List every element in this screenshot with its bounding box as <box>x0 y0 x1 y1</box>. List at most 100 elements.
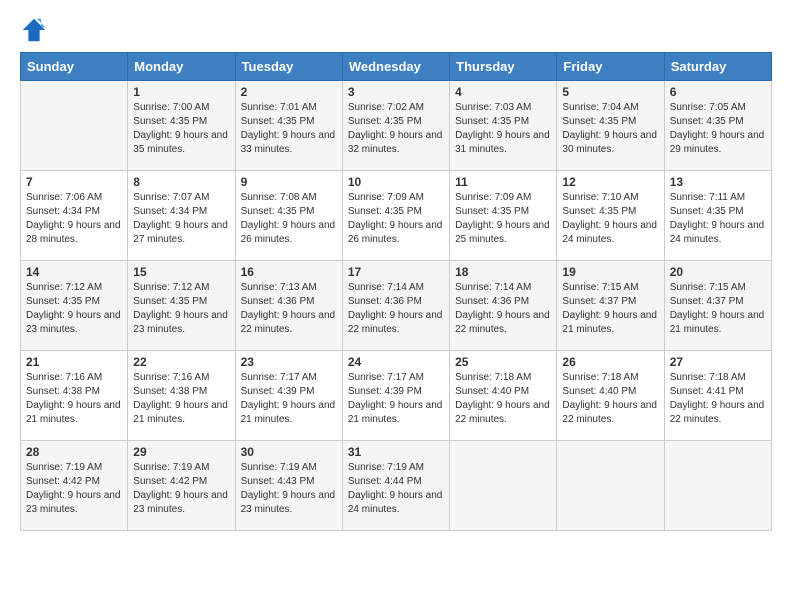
day-info: Sunrise: 7:08 AMSunset: 4:35 PMDaylight:… <box>241 191 337 247</box>
day-info: Sunrise: 7:03 AMSunset: 4:35 PMDaylight:… <box>455 101 551 157</box>
day-info: Sunrise: 7:15 AMSunset: 4:37 PMDaylight:… <box>670 281 766 337</box>
calendar-cell: 8 Sunrise: 7:07 AMSunset: 4:34 PMDayligh… <box>128 171 235 261</box>
day-info: Sunrise: 7:12 AMSunset: 4:35 PMDaylight:… <box>26 281 122 337</box>
logo <box>20 16 52 44</box>
calendar-header-row: SundayMondayTuesdayWednesdayThursdayFrid… <box>21 53 772 81</box>
calendar-cell: 24 Sunrise: 7:17 AMSunset: 4:39 PMDaylig… <box>342 351 449 441</box>
day-number: 6 <box>670 85 766 99</box>
calendar-cell: 2 Sunrise: 7:01 AMSunset: 4:35 PMDayligh… <box>235 81 342 171</box>
day-info: Sunrise: 7:15 AMSunset: 4:37 PMDaylight:… <box>562 281 658 337</box>
day-info: Sunrise: 7:13 AMSunset: 4:36 PMDaylight:… <box>241 281 337 337</box>
calendar-cell: 3 Sunrise: 7:02 AMSunset: 4:35 PMDayligh… <box>342 81 449 171</box>
day-number: 1 <box>133 85 229 99</box>
day-info: Sunrise: 7:17 AMSunset: 4:39 PMDaylight:… <box>348 371 444 427</box>
calendar-cell: 10 Sunrise: 7:09 AMSunset: 4:35 PMDaylig… <box>342 171 449 261</box>
day-info: Sunrise: 7:07 AMSunset: 4:34 PMDaylight:… <box>133 191 229 247</box>
day-info: Sunrise: 7:14 AMSunset: 4:36 PMDaylight:… <box>348 281 444 337</box>
day-number: 3 <box>348 85 444 99</box>
day-info: Sunrise: 7:19 AMSunset: 4:44 PMDaylight:… <box>348 461 444 517</box>
day-number: 16 <box>241 265 337 279</box>
day-number: 5 <box>562 85 658 99</box>
calendar-cell: 14 Sunrise: 7:12 AMSunset: 4:35 PMDaylig… <box>21 261 128 351</box>
day-info: Sunrise: 7:12 AMSunset: 4:35 PMDaylight:… <box>133 281 229 337</box>
calendar-cell: 21 Sunrise: 7:16 AMSunset: 4:38 PMDaylig… <box>21 351 128 441</box>
day-info: Sunrise: 7:09 AMSunset: 4:35 PMDaylight:… <box>348 191 444 247</box>
logo-icon <box>20 16 48 44</box>
day-number: 22 <box>133 355 229 369</box>
day-number: 4 <box>455 85 551 99</box>
day-number: 23 <box>241 355 337 369</box>
day-number: 30 <box>241 445 337 459</box>
day-number: 25 <box>455 355 551 369</box>
calendar-cell <box>664 441 771 531</box>
day-info: Sunrise: 7:10 AMSunset: 4:35 PMDaylight:… <box>562 191 658 247</box>
calendar-cell: 30 Sunrise: 7:19 AMSunset: 4:43 PMDaylig… <box>235 441 342 531</box>
calendar-cell: 7 Sunrise: 7:06 AMSunset: 4:34 PMDayligh… <box>21 171 128 261</box>
calendar-cell: 18 Sunrise: 7:14 AMSunset: 4:36 PMDaylig… <box>450 261 557 351</box>
day-number: 17 <box>348 265 444 279</box>
calendar-cell: 29 Sunrise: 7:19 AMSunset: 4:42 PMDaylig… <box>128 441 235 531</box>
day-number: 21 <box>26 355 122 369</box>
calendar-cell: 26 Sunrise: 7:18 AMSunset: 4:40 PMDaylig… <box>557 351 664 441</box>
day-number: 18 <box>455 265 551 279</box>
day-number: 13 <box>670 175 766 189</box>
day-number: 15 <box>133 265 229 279</box>
day-info: Sunrise: 7:14 AMSunset: 4:36 PMDaylight:… <box>455 281 551 337</box>
calendar-cell: 28 Sunrise: 7:19 AMSunset: 4:42 PMDaylig… <box>21 441 128 531</box>
calendar-cell: 25 Sunrise: 7:18 AMSunset: 4:40 PMDaylig… <box>450 351 557 441</box>
day-number: 31 <box>348 445 444 459</box>
calendar-cell: 1 Sunrise: 7:00 AMSunset: 4:35 PMDayligh… <box>128 81 235 171</box>
day-info: Sunrise: 7:19 AMSunset: 4:43 PMDaylight:… <box>241 461 337 517</box>
calendar-cell <box>557 441 664 531</box>
calendar-cell: 12 Sunrise: 7:10 AMSunset: 4:35 PMDaylig… <box>557 171 664 261</box>
calendar-week-row: 7 Sunrise: 7:06 AMSunset: 4:34 PMDayligh… <box>21 171 772 261</box>
calendar-week-row: 21 Sunrise: 7:16 AMSunset: 4:38 PMDaylig… <box>21 351 772 441</box>
day-info: Sunrise: 7:19 AMSunset: 4:42 PMDaylight:… <box>133 461 229 517</box>
day-info: Sunrise: 7:18 AMSunset: 4:40 PMDaylight:… <box>562 371 658 427</box>
day-info: Sunrise: 7:02 AMSunset: 4:35 PMDaylight:… <box>348 101 444 157</box>
day-number: 20 <box>670 265 766 279</box>
day-number: 28 <box>26 445 122 459</box>
day-info: Sunrise: 7:01 AMSunset: 4:35 PMDaylight:… <box>241 101 337 157</box>
column-header-thursday: Thursday <box>450 53 557 81</box>
day-number: 10 <box>348 175 444 189</box>
day-info: Sunrise: 7:16 AMSunset: 4:38 PMDaylight:… <box>133 371 229 427</box>
calendar-cell: 23 Sunrise: 7:17 AMSunset: 4:39 PMDaylig… <box>235 351 342 441</box>
page-header <box>20 16 772 44</box>
calendar-cell: 31 Sunrise: 7:19 AMSunset: 4:44 PMDaylig… <box>342 441 449 531</box>
calendar-week-row: 14 Sunrise: 7:12 AMSunset: 4:35 PMDaylig… <box>21 261 772 351</box>
day-number: 9 <box>241 175 337 189</box>
day-number: 29 <box>133 445 229 459</box>
day-number: 14 <box>26 265 122 279</box>
day-info: Sunrise: 7:11 AMSunset: 4:35 PMDaylight:… <box>670 191 766 247</box>
calendar-table: SundayMondayTuesdayWednesdayThursdayFrid… <box>20 52 772 531</box>
day-info: Sunrise: 7:19 AMSunset: 4:42 PMDaylight:… <box>26 461 122 517</box>
day-info: Sunrise: 7:05 AMSunset: 4:35 PMDaylight:… <box>670 101 766 157</box>
calendar-cell: 19 Sunrise: 7:15 AMSunset: 4:37 PMDaylig… <box>557 261 664 351</box>
calendar-cell: 9 Sunrise: 7:08 AMSunset: 4:35 PMDayligh… <box>235 171 342 261</box>
day-info: Sunrise: 7:09 AMSunset: 4:35 PMDaylight:… <box>455 191 551 247</box>
column-header-saturday: Saturday <box>664 53 771 81</box>
day-info: Sunrise: 7:18 AMSunset: 4:40 PMDaylight:… <box>455 371 551 427</box>
calendar-cell: 6 Sunrise: 7:05 AMSunset: 4:35 PMDayligh… <box>664 81 771 171</box>
day-number: 12 <box>562 175 658 189</box>
calendar-cell <box>450 441 557 531</box>
calendar-cell: 15 Sunrise: 7:12 AMSunset: 4:35 PMDaylig… <box>128 261 235 351</box>
calendar-cell: 17 Sunrise: 7:14 AMSunset: 4:36 PMDaylig… <box>342 261 449 351</box>
calendar-cell: 4 Sunrise: 7:03 AMSunset: 4:35 PMDayligh… <box>450 81 557 171</box>
calendar-cell <box>21 81 128 171</box>
day-number: 8 <box>133 175 229 189</box>
day-number: 2 <box>241 85 337 99</box>
day-number: 11 <box>455 175 551 189</box>
column-header-monday: Monday <box>128 53 235 81</box>
day-number: 7 <box>26 175 122 189</box>
calendar-week-row: 1 Sunrise: 7:00 AMSunset: 4:35 PMDayligh… <box>21 81 772 171</box>
day-number: 27 <box>670 355 766 369</box>
column-header-friday: Friday <box>557 53 664 81</box>
day-info: Sunrise: 7:18 AMSunset: 4:41 PMDaylight:… <box>670 371 766 427</box>
calendar-cell: 27 Sunrise: 7:18 AMSunset: 4:41 PMDaylig… <box>664 351 771 441</box>
column-header-tuesday: Tuesday <box>235 53 342 81</box>
day-info: Sunrise: 7:00 AMSunset: 4:35 PMDaylight:… <box>133 101 229 157</box>
calendar-cell: 20 Sunrise: 7:15 AMSunset: 4:37 PMDaylig… <box>664 261 771 351</box>
column-header-wednesday: Wednesday <box>342 53 449 81</box>
